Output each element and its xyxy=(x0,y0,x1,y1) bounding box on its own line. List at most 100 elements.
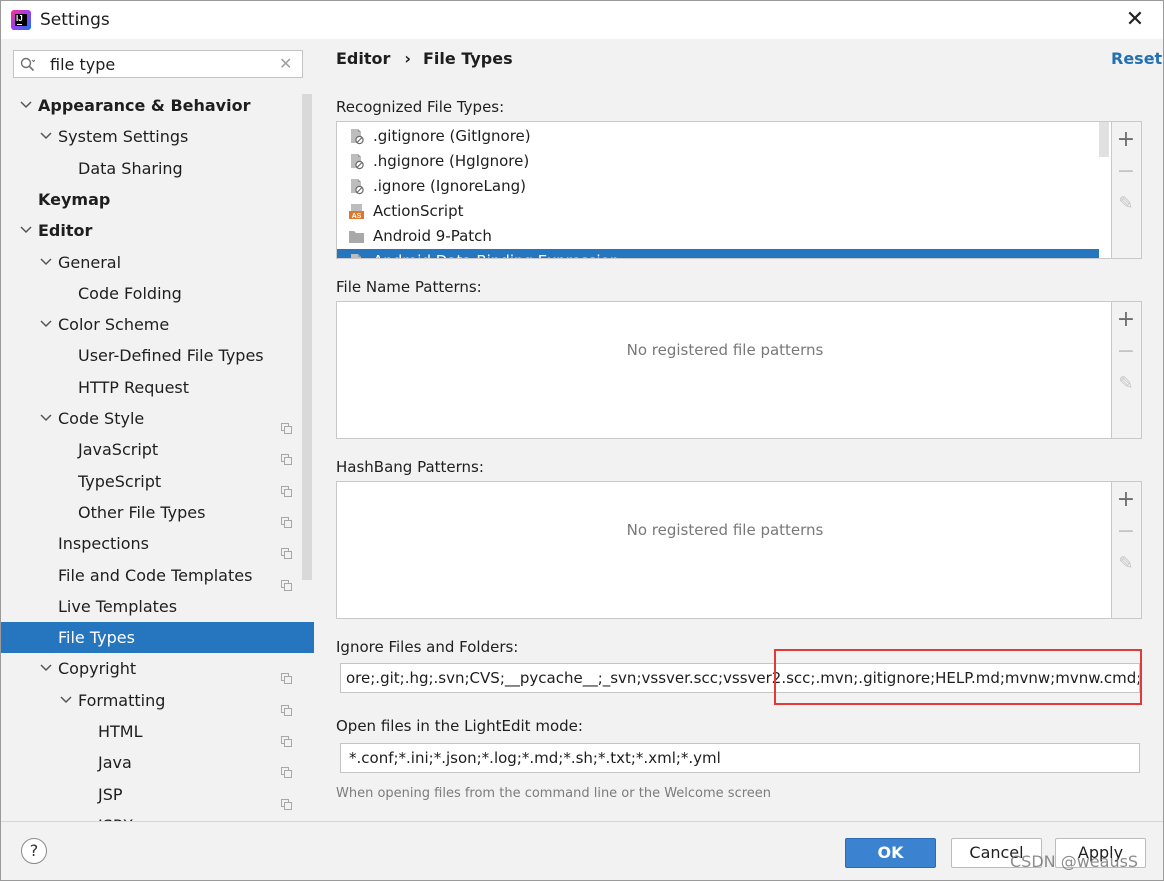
chevron-down-icon[interactable] xyxy=(19,90,33,121)
sidebar-item-file-and-code-templates[interactable]: File and Code Templates xyxy=(1,560,301,591)
file-type-label: .gitignore (GitIgnore) xyxy=(373,127,531,145)
sidebar-item-label: Keymap xyxy=(38,189,111,209)
project-settings-icon xyxy=(281,507,292,528)
chevron-down-icon[interactable] xyxy=(39,247,53,278)
remove-icon[interactable]: − xyxy=(1112,338,1140,366)
sidebar-item-user-defined-file-types[interactable]: User-Defined File Types xyxy=(1,340,301,371)
list-scrollbar[interactable] xyxy=(1099,122,1109,157)
edit-icon[interactable]: ✎ xyxy=(1112,190,1140,218)
clear-search-icon[interactable]: ✕ xyxy=(279,54,292,74)
sidebar-item-java[interactable]: Java xyxy=(1,747,301,779)
sidebar-item-code-style[interactable]: Code Style xyxy=(1,403,301,434)
remove-icon[interactable]: − xyxy=(1112,518,1140,546)
sidebar-item-data-sharing[interactable]: Data Sharing xyxy=(1,153,301,184)
add-icon[interactable]: + xyxy=(1112,126,1140,154)
project-settings-icon xyxy=(281,789,292,810)
sidebar-item-copyright[interactable]: Copyright xyxy=(1,653,301,685)
sidebar-item-appearance-behavior[interactable]: Appearance & Behavior xyxy=(1,90,301,121)
ignore-files-label: Ignore Files and Folders: xyxy=(336,638,519,656)
lightedit-hint: When opening files from the command line… xyxy=(336,786,772,801)
sidebar-item-label: Color Scheme xyxy=(58,315,170,335)
recognized-file-types-label: Recognized File Types: xyxy=(336,98,505,116)
main-scrollbar[interactable] xyxy=(1152,85,1162,821)
sidebar-item-editor[interactable]: Editor xyxy=(1,215,301,246)
sidebar-item-javascript[interactable]: JavaScript xyxy=(1,434,301,466)
project-settings-icon xyxy=(281,757,292,779)
sidebar-item-file-types[interactable]: File Types xyxy=(1,622,314,654)
file-type-label: .hgignore (HgIgnore) xyxy=(373,152,530,170)
title-bar: IJ Settings ✕ xyxy=(1,1,1163,39)
file-name-patterns-list[interactable]: No registered file patterns xyxy=(336,301,1112,439)
lightedit-input[interactable]: *.conf;*.ini;*.json;*.log;*.md;*.sh;*.tx… xyxy=(340,743,1140,773)
recognized-toolbar: + − ✎ xyxy=(1112,121,1142,259)
window-title: Settings xyxy=(40,10,110,30)
file-type-row[interactable]: Android Data Binding Expression xyxy=(337,249,1099,258)
lightedit-label: Open files in the LightEdit mode: xyxy=(336,717,583,735)
sidebar-item-http-request[interactable]: HTTP Request xyxy=(1,372,301,403)
hashbang-patterns-label: HashBang Patterns: xyxy=(336,458,484,476)
sidebar-scrollbar[interactable] xyxy=(302,94,312,580)
chevron-down-icon[interactable] xyxy=(19,215,33,246)
sidebar-item-label: Java xyxy=(98,753,132,773)
sidebar-item-typescript[interactable]: TypeScript xyxy=(1,466,301,497)
chevron-down-icon[interactable] xyxy=(39,653,53,684)
breadcrumb-parent[interactable]: Editor xyxy=(336,49,390,68)
file-type-row[interactable]: .ignore (IgnoreLang) xyxy=(337,174,1099,199)
add-icon[interactable]: + xyxy=(1112,306,1140,334)
sidebar-item-label: JavaScript xyxy=(78,440,159,460)
search-icon xyxy=(20,57,35,72)
project-settings-icon xyxy=(281,444,292,466)
project-settings-icon xyxy=(281,413,292,434)
add-icon[interactable]: + xyxy=(1112,486,1140,514)
sidebar-item-jspx[interactable]: JSPX xyxy=(1,810,301,821)
sidebar-item-keymap[interactable]: Keymap xyxy=(1,184,301,215)
sidebar-item-label: File Types xyxy=(58,628,135,648)
sidebar-item-formatting[interactable]: Formatting xyxy=(1,685,301,716)
file-type-row[interactable]: Android 9-Patch xyxy=(337,224,1099,249)
file-type-row[interactable]: .hgignore (HgIgnore) xyxy=(337,149,1099,174)
sidebar-item-code-folding[interactable]: Code Folding xyxy=(1,278,301,309)
lightedit-value: *.conf;*.ini;*.json;*.log;*.md;*.sh;*.tx… xyxy=(349,749,721,767)
watermark: CSDN @weausS xyxy=(1010,852,1139,871)
search-input[interactable]: file type ✕ xyxy=(13,50,303,78)
sidebar-item-general[interactable]: General xyxy=(1,247,301,278)
sidebar-item-label: Copyright xyxy=(58,659,137,679)
chevron-down-icon[interactable] xyxy=(39,403,53,434)
sidebar-item-live-templates[interactable]: Live Templates xyxy=(1,591,301,622)
file-type-row[interactable]: AS ActionScript xyxy=(337,199,1099,224)
chevron-down-icon[interactable] xyxy=(39,309,53,340)
sidebar-item-html[interactable]: HTML xyxy=(1,716,301,747)
edit-icon[interactable]: ✎ xyxy=(1112,550,1140,578)
breadcrumb-current: File Types xyxy=(423,49,513,68)
svg-text:AS: AS xyxy=(352,213,362,220)
sidebar-item-other-file-types[interactable]: Other File Types xyxy=(1,497,301,528)
sidebar-item-color-scheme[interactable]: Color Scheme xyxy=(1,309,301,340)
edit-icon[interactable]: ✎ xyxy=(1112,370,1140,398)
sidebar-item-label: Data Sharing xyxy=(78,158,183,178)
file-type-label: Android 9-Patch xyxy=(373,227,492,245)
project-settings-icon xyxy=(281,476,292,497)
file-name-patterns-toolbar: + − ✎ xyxy=(1112,301,1142,439)
dialog-footer: ? OK Cancel Apply xyxy=(1,821,1163,880)
project-settings-icon xyxy=(281,726,292,747)
sidebar-item-label: Formatting xyxy=(78,690,166,710)
settings-sidebar: file type ✕ Appearance & Behavior System … xyxy=(1,39,314,821)
chevron-down-icon[interactable] xyxy=(39,121,53,152)
ok-button[interactable]: OK xyxy=(845,838,936,868)
hashbang-patterns-list[interactable]: No registered file patterns xyxy=(336,481,1112,619)
reset-link[interactable]: Reset xyxy=(1111,48,1162,70)
close-icon[interactable]: ✕ xyxy=(1125,9,1145,31)
sidebar-item-label: User-Defined File Types xyxy=(78,346,264,366)
project-settings-icon xyxy=(281,695,292,716)
file-type-row[interactable]: .gitignore (GitIgnore) xyxy=(337,124,1099,149)
settings-tree: Appearance & Behavior System Settings Data… xyxy=(1,90,314,821)
chevron-down-icon[interactable] xyxy=(59,685,73,716)
remove-icon[interactable]: − xyxy=(1112,158,1140,186)
sidebar-item-system-settings[interactable]: System Settings xyxy=(1,121,301,152)
file-type-label: Android Data Binding Expression xyxy=(373,249,619,258)
recognized-file-types-list[interactable]: .gitignore (GitIgnore) .hgignore (HgIgnor… xyxy=(336,121,1112,259)
sidebar-item-inspections[interactable]: Inspections xyxy=(1,528,301,560)
sidebar-item-jsp[interactable]: JSP xyxy=(1,779,301,810)
help-icon[interactable]: ? xyxy=(21,838,47,864)
sidebar-item-label: Code Folding xyxy=(78,283,182,303)
